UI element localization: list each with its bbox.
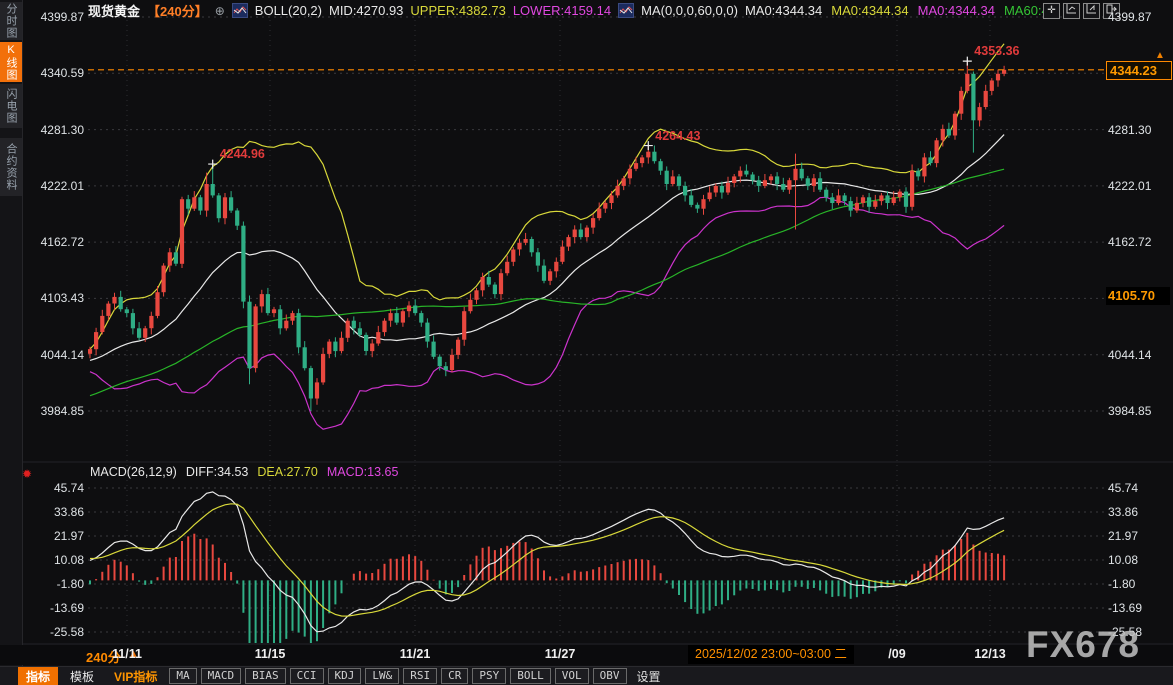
- macd-name: MACD(26,12,9): [90, 465, 177, 479]
- price-axis-label: 4399.87: [28, 10, 84, 24]
- indicator-button-lw[interactable]: LW&: [365, 668, 399, 684]
- indicator-button-macd[interactable]: MACD: [201, 668, 242, 684]
- boll-mid-value: MID:4270.93: [329, 3, 403, 18]
- ma-values: MA0:4344.34MA0:4344.34MA0:4344.34MA60:4: [745, 3, 1049, 18]
- alarm-icon[interactable]: ✹: [20, 467, 34, 481]
- price-axis-label: 3984.85: [1108, 404, 1164, 418]
- mid-price-tag: 4105.70: [1106, 287, 1170, 305]
- high-cross-marker: [963, 57, 972, 66]
- macd-axis-label: -1.80: [28, 577, 84, 591]
- macd-header: MACD(26,12,9) DIFF:34.53 DEA:27.70 MACD:…: [90, 465, 398, 479]
- macd-axis-label: 45.74: [28, 481, 84, 495]
- tab-indicators[interactable]: 指标: [18, 667, 58, 685]
- x-axis-date-label: 11/21: [400, 647, 431, 661]
- indicator-button-rsi[interactable]: RSI: [403, 668, 437, 684]
- macd-axis-label: 10.08: [28, 553, 84, 567]
- boll-name: BOLL(20,2): [255, 3, 322, 18]
- candles: [88, 61, 1006, 411]
- high-cross-marker: [208, 160, 217, 169]
- price-axis-label: 4281.30: [1108, 123, 1164, 137]
- price-axis-label: 4222.01: [1108, 179, 1164, 193]
- high-price-label: 4353.36: [974, 44, 1019, 58]
- scale-tool-icon[interactable]: [1083, 3, 1100, 19]
- x-axis-strip: 240分 ▲ 2025/12/02 23:00~03:00 二 11/1111/…: [0, 645, 1173, 665]
- sidebar-tab-item[interactable]: 闪电图: [0, 84, 22, 128]
- ma-name: MA(0,0,0,60,0,0): [641, 3, 738, 18]
- boll-lower-value: LOWER:4159.14: [513, 3, 611, 18]
- brand-watermark: FX678: [1026, 624, 1140, 666]
- ma-value: MA0:4344.34: [918, 3, 995, 18]
- tab-templates[interactable]: 模板: [62, 667, 102, 685]
- price-axis-label: 4281.30: [28, 123, 84, 137]
- macd-axis-label: 33.86: [28, 505, 84, 519]
- high-price-label: 4244.96: [220, 147, 265, 161]
- indicator-header: 现货黄金 【240分】 ⊕ BOLL(20,2) MID:4270.93 UPP…: [88, 1, 1049, 20]
- macd-dea-value: DEA:27.70: [257, 465, 317, 479]
- boll-ma-lines: [88, 44, 1006, 429]
- left-sidebar: 分时图K线图闪电图合约资料: [0, 0, 23, 685]
- ma-value: MA0:4344.34: [831, 3, 908, 18]
- price-axis-label: 4222.01: [28, 179, 84, 193]
- price-axis-label: 4162.72: [28, 235, 84, 249]
- price-axis-label: 4162.72: [1108, 235, 1164, 249]
- tab-vip-indicators[interactable]: VIP指标: [106, 667, 165, 685]
- sidebar-tab-item[interactable]: 分时图: [0, 2, 22, 40]
- price-axis-label: 3984.85: [28, 404, 84, 418]
- x-axis-date-label: 11/11: [112, 647, 142, 661]
- indicator-button-cr[interactable]: CR: [441, 668, 468, 684]
- bottom-toolbar: 指标 模板 VIP指标 MA MACDBIASCCIKDJLW&RSICRPSYB…: [0, 666, 1173, 685]
- price-axis-label: 4044.14: [1108, 348, 1164, 362]
- indicator-button-vol[interactable]: VOL: [555, 668, 589, 684]
- boll-indicator-icon[interactable]: [232, 3, 248, 18]
- macd-axis-label: 21.97: [28, 529, 84, 543]
- indicator-button-kdj[interactable]: KDJ: [328, 668, 362, 684]
- macd-pane: [90, 492, 1004, 652]
- zoom-axis-tool-icon[interactable]: [1063, 3, 1080, 19]
- indicator-button-psy[interactable]: PSY: [472, 668, 506, 684]
- macd-histogram: [90, 533, 1004, 652]
- sidebar-tab-active[interactable]: K线图: [0, 42, 22, 82]
- sidebar-tab-item[interactable]: 合约资料: [0, 138, 22, 196]
- macd-axis-label: -13.69: [28, 601, 84, 615]
- macd-axis-label: 33.86: [1108, 505, 1164, 519]
- settings-button[interactable]: 设置: [631, 667, 667, 685]
- x-axis-date-label: /09: [888, 647, 905, 661]
- indicator-button-boll[interactable]: BOLL: [510, 668, 551, 684]
- indicator-buttons: MA MACDBIASCCIKDJLW&RSICRPSYBOLLVOLOBV: [169, 668, 626, 684]
- macd-axis-label: 45.74: [1108, 481, 1164, 495]
- trading-terminal-window: 分时图K线图闪电图合约资料 ✹ 现货黄金 【240分】 ⊕ BOLL(20,2)…: [0, 0, 1173, 685]
- boll-upper-value: UPPER:4382.73: [410, 3, 505, 18]
- macd-axis-label: -13.69: [1108, 601, 1164, 615]
- price-axis-label: 4399.87: [1108, 10, 1164, 24]
- x-axis-date-label: 12/13: [974, 647, 1005, 661]
- macd-value: MACD:13.65: [327, 465, 399, 479]
- high-price-label: 4264.43: [655, 129, 700, 143]
- last-price-tag: 4344.23: [1106, 61, 1172, 80]
- x-axis-date-label: 11/15: [255, 647, 286, 661]
- x-axis-date-label: 11/27: [545, 647, 576, 661]
- macd-axis-label: -1.80: [1108, 577, 1164, 591]
- ma-indicator-icon[interactable]: [618, 3, 634, 18]
- macd-axis-label: -25.58: [28, 625, 84, 639]
- price-axis-label: 4103.43: [28, 291, 84, 305]
- indicator-button-cci[interactable]: CCI: [290, 668, 324, 684]
- macd-axis-label: 21.97: [1108, 529, 1164, 543]
- period-badge[interactable]: 【240分】: [147, 1, 208, 20]
- bar-time-tooltip: 2025/12/02 23:00~03:00 二: [688, 645, 854, 664]
- indicator-button-obv[interactable]: OBV: [593, 668, 627, 684]
- price-axis-label: 4044.14: [28, 348, 84, 362]
- symbol-name: 现货黄金: [88, 1, 140, 20]
- indicator-button-bias[interactable]: BIAS: [245, 668, 286, 684]
- chart-canvas[interactable]: [0, 0, 1173, 685]
- ma-value: MA0:4344.34: [745, 3, 822, 18]
- crosshair-tool-icon[interactable]: ✛: [1043, 3, 1060, 19]
- indicator-button-ma[interactable]: MA: [169, 668, 196, 684]
- scroll-latest-icon[interactable]: ▲: [1155, 50, 1165, 61]
- macd-axis-label: 10.08: [1108, 553, 1164, 567]
- price-axis-label: 4340.59: [28, 66, 84, 80]
- macd-diff-value: DIFF:34.53: [186, 465, 249, 479]
- add-indicator-icon[interactable]: ⊕: [215, 4, 225, 18]
